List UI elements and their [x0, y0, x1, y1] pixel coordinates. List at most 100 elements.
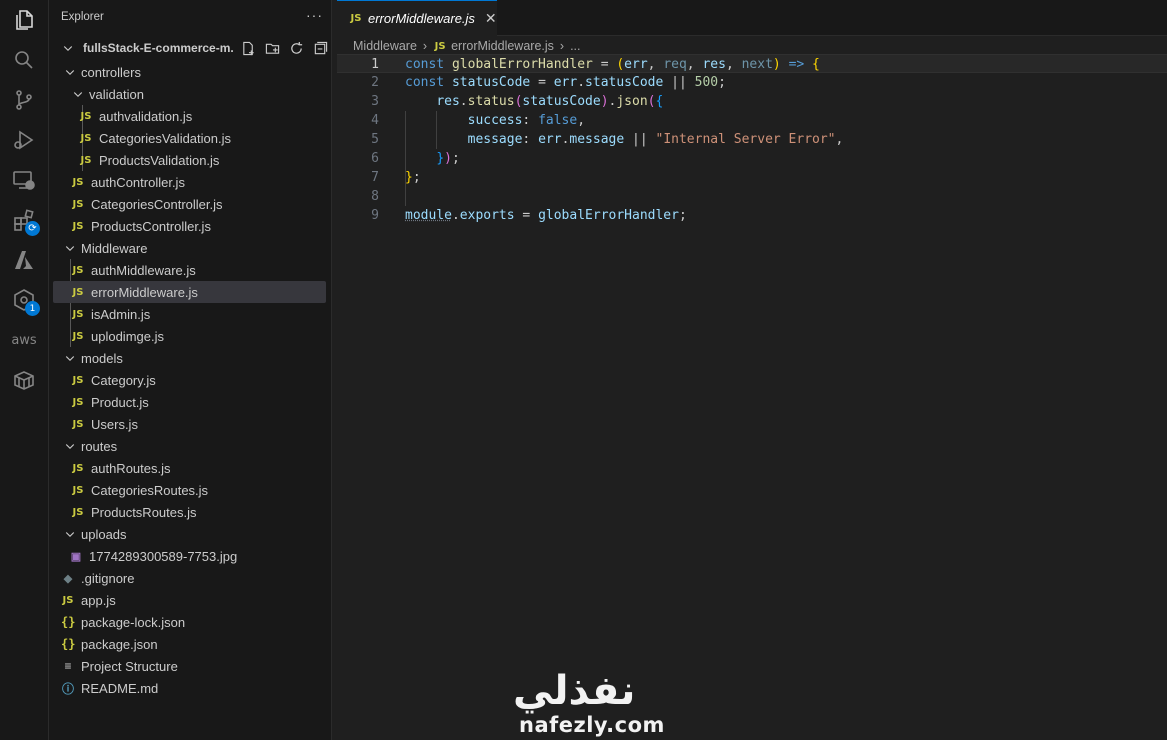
js-file-icon: JS — [80, 154, 92, 166]
tree-file-package[interactable]: {} package.json — [53, 633, 326, 655]
tree-item-label: controllers — [81, 64, 141, 80]
code-line-3[interactable]: 3 res.status(statusCode).json({ — [337, 92, 1167, 111]
tree-item-label: Project Structure — [81, 658, 178, 674]
tab-bar: JS errorMiddleware.js ✕ — [337, 0, 1167, 36]
image-file-icon: ▣ — [70, 550, 82, 563]
line-number: 3 — [371, 94, 379, 109]
watermark-latin: nafezly.com — [519, 713, 665, 737]
new-file-icon[interactable] — [240, 40, 256, 56]
code-line-8[interactable]: 8 — [337, 187, 1167, 206]
tree-item-label: models — [81, 350, 123, 366]
tree-file-authcontroller[interactable]: JS authController.js — [53, 171, 326, 193]
js-file-icon: JS — [350, 13, 362, 24]
code-line-4[interactable]: 4 success: false, — [337, 111, 1167, 130]
gitlens-icon[interactable]: 1 — [12, 288, 40, 316]
tree-file-productsvalidation[interactable]: JS ProductsValidation.js — [53, 149, 326, 171]
tree-item-label: ProductsController.js — [91, 218, 211, 234]
line-number: 2 — [371, 75, 379, 90]
more-actions-icon[interactable]: ··· — [306, 7, 323, 23]
js-file-icon: JS — [72, 286, 84, 298]
collapse-all-icon[interactable] — [312, 40, 328, 56]
tree-file-authroutes[interactable]: JS authRoutes.js — [53, 457, 326, 479]
tree-file-product[interactable]: JS Product.js — [53, 391, 326, 413]
chevron-down-icon — [63, 527, 77, 541]
explorer-icon[interactable] — [12, 8, 36, 32]
tree-item-label: authRoutes.js — [91, 460, 171, 476]
tree-file-upload-image[interactable]: ▣ 1774289300589-7753.jpg — [53, 545, 326, 567]
tree-item-label: uplodimge.js — [91, 328, 164, 344]
tree-file-authmiddleware[interactable]: JS authMiddleware.js — [53, 259, 326, 281]
tree-file-project-structure[interactable]: ≡ Project Structure — [53, 655, 326, 677]
tree-folder-middleware[interactable]: Middleware — [53, 237, 326, 259]
breadcrumb-more[interactable]: ... — [570, 39, 580, 53]
tree-file-authvalidation[interactable]: JS authvalidation.js — [53, 105, 326, 127]
tree-folder-validation[interactable]: validation — [53, 83, 326, 105]
tree-item-label: CategoriesRoutes.js — [91, 482, 209, 498]
azure-icon[interactable] — [12, 248, 36, 272]
tree-file-productscontroller[interactable]: JS ProductsController.js — [53, 215, 326, 237]
tree-file-app[interactable]: JS app.js — [53, 589, 326, 611]
activity-bar: ⟳ 1 aws — [0, 0, 49, 740]
source-control-icon[interactable] — [12, 88, 36, 112]
tree-file-categoriesvalidation[interactable]: JS CategoriesValidation.js — [53, 127, 326, 149]
extensions-icon[interactable]: ⟳ — [12, 208, 40, 236]
search-icon[interactable] — [12, 48, 36, 72]
tree-item-label: ProductsValidation.js — [99, 152, 220, 168]
code-line-9[interactable]: 9 module.exports = globalErrorHandler; — [337, 206, 1167, 225]
chevron-right-icon: › — [559, 39, 565, 53]
code-line-text: message: err.message || "Internal Server… — [467, 132, 844, 147]
tree-file-uplodimge[interactable]: JS uplodimge.js — [53, 325, 326, 347]
tab-errormiddleware[interactable]: JS errorMiddleware.js ✕ — [337, 0, 497, 36]
tree-item-label: Product.js — [91, 394, 149, 410]
chevron-down-icon — [63, 351, 77, 365]
tree-folder-routes[interactable]: routes — [53, 435, 326, 457]
containers-icon[interactable] — [12, 368, 36, 392]
tree-item-label: authMiddleware.js — [91, 262, 196, 278]
tree-folder-controllers[interactable]: controllers — [53, 61, 326, 83]
js-file-icon: JS — [72, 308, 84, 320]
run-debug-icon[interactable] — [12, 128, 36, 152]
tree-item-label: Middleware — [81, 240, 148, 256]
tree-file-categoriesroutes[interactable]: JS CategoriesRoutes.js — [53, 479, 326, 501]
tree-file-errormiddleware[interactable]: JS errorMiddleware.js — [53, 281, 326, 303]
tree-item-label: app.js — [81, 592, 116, 608]
line-number: 5 — [371, 132, 379, 147]
tree-file-categoriescontroller[interactable]: JS CategoriesController.js — [53, 193, 326, 215]
aws-icon[interactable]: aws — [11, 328, 36, 352]
workspace-root[interactable]: fullsStack-E-commerce-m... — [49, 37, 331, 59]
line-number: 8 — [371, 189, 379, 204]
breadcrumb: Middleware › JS errorMiddleware.js › ... — [353, 36, 581, 56]
tree-item-label: authvalidation.js — [99, 108, 193, 124]
explorer-toolbar — [240, 40, 328, 56]
refresh-icon[interactable] — [288, 40, 304, 56]
tree-file-isadmin[interactable]: JS isAdmin.js — [53, 303, 326, 325]
tree-item-label: package-lock.json — [81, 614, 186, 630]
tree-file-readme[interactable]: ⓘ README.md — [53, 677, 326, 699]
tree-file-gitignore[interactable]: ◆ .gitignore — [53, 567, 326, 589]
remote-explorer-icon[interactable] — [12, 168, 36, 192]
tree-file-productsroutes[interactable]: JS ProductsRoutes.js — [53, 501, 326, 523]
tree-item-label: CategoriesValidation.js — [99, 130, 231, 146]
js-file-icon: JS — [72, 418, 84, 430]
code-line-5[interactable]: 5 message: err.message || "Internal Serv… — [337, 130, 1167, 149]
tree-item-label: 1774289300589-7753.jpg — [89, 548, 238, 564]
new-folder-icon[interactable] — [264, 40, 280, 56]
json-file-icon: {} — [61, 615, 76, 629]
breadcrumb-file[interactable]: errorMiddleware.js — [451, 39, 554, 53]
tree-folder-uploads[interactable]: uploads — [53, 523, 326, 545]
breadcrumb-folder[interactable]: Middleware — [353, 39, 417, 53]
tree-item-label: errorMiddleware.js — [91, 284, 198, 300]
chevron-right-icon: › — [422, 39, 428, 53]
tree-file-category[interactable]: JS Category.js — [53, 369, 326, 391]
js-file-icon: JS — [72, 484, 84, 496]
js-file-icon: JS — [62, 594, 74, 606]
code-line-7[interactable]: 7 }; — [337, 168, 1167, 187]
tree-folder-models[interactable]: models — [53, 347, 326, 369]
code-line-2[interactable]: 2 const statusCode = err.statusCode || 5… — [337, 73, 1167, 92]
tree-file-package-lock[interactable]: {} package-lock.json — [53, 611, 326, 633]
tree-item-label: Users.js — [91, 416, 138, 432]
tree-file-users[interactable]: JS Users.js — [53, 413, 326, 435]
close-icon[interactable]: ✕ — [485, 10, 497, 27]
code-line-6[interactable]: 6 }); — [337, 149, 1167, 168]
code-line-1[interactable]: 1 const globalErrorHandler = (err, req, … — [337, 54, 1167, 73]
